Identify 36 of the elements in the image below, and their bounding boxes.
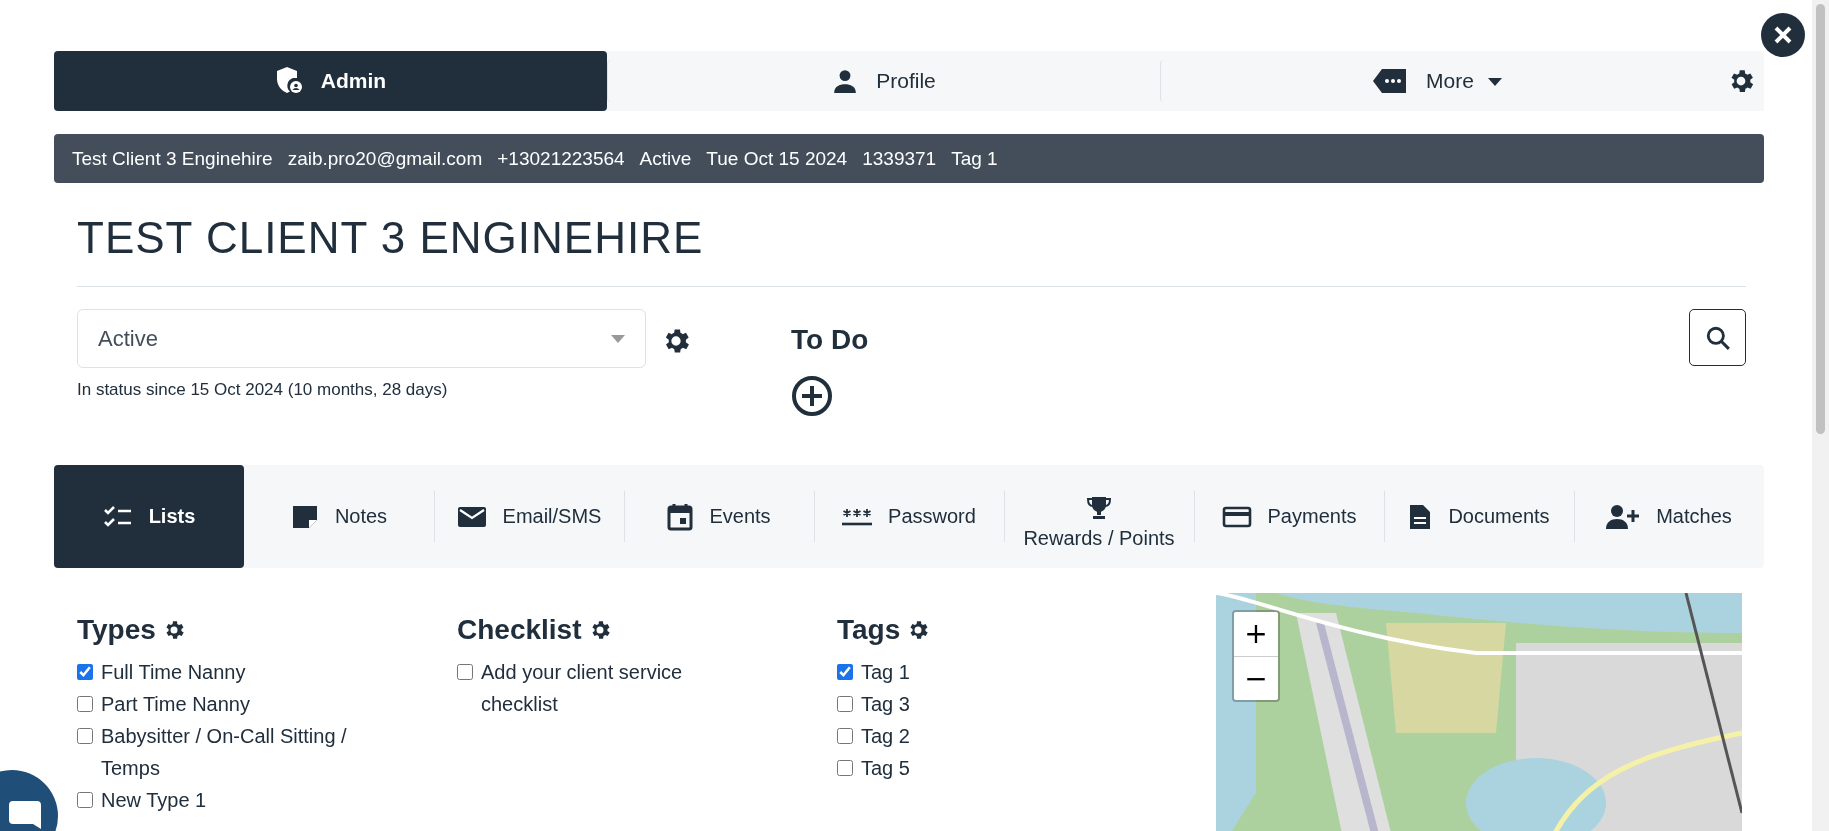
section-heading: Checklist [457,613,582,647]
checkbox-label: Full Time Nanny [101,660,246,685]
nav-tab[interactable]: Profile [607,60,1160,102]
checkbox-label: Part Time Nanny [101,692,250,717]
tab[interactable]: Events [624,465,814,568]
status-select[interactable]: Active [77,309,646,368]
checkbox-label: Babysitter / On-Call Sitting / Temps [101,724,348,781]
nav-tab[interactable]: More [1160,60,1713,102]
tab[interactable]: Matches [1574,465,1764,568]
info-item: +13021223564 [497,147,625,170]
page-title: TEST CLIENT 3 ENGINEHIRE [77,212,704,264]
info-item: 1339371 [862,147,937,170]
checkbox-label: Tag 3 [861,692,910,717]
zoom-out-button[interactable]: − [1234,656,1278,700]
section-heading: Types [77,613,156,647]
nav-tab[interactable]: Admin [54,51,607,111]
tab[interactable]: Documents [1384,465,1574,568]
tab[interactable]: Lists [54,465,244,568]
checkbox-label: Add your client service checklist [481,660,684,717]
info-item: Test Client 3 Enginehire [72,147,273,170]
tab[interactable]: Password [814,465,1004,568]
tab[interactable]: Notes [244,465,434,568]
info-item: zaib.pro20@gmail.com [287,147,483,170]
tab[interactable]: Rewards / Points [1004,465,1194,568]
info-item: Tag 1 [951,147,998,170]
info-item: Tue Oct 15 2024 [706,147,848,170]
checkbox-label: Tag 5 [861,756,910,781]
checkbox-label: New Type 1 [101,788,207,813]
status-note: In status since 15 Oct 2024 (10 months, 28 days) [77,380,448,400]
section-heading: To Do [791,323,869,357]
tab[interactable]: Email/SMS [434,465,624,568]
info-item: Active [639,147,692,170]
checkbox-label: Tag 2 [861,724,910,749]
tab[interactable]: Payments [1194,465,1384,568]
section-heading: Tags [837,613,901,647]
checkbox-label: Tag 1 [861,660,910,685]
